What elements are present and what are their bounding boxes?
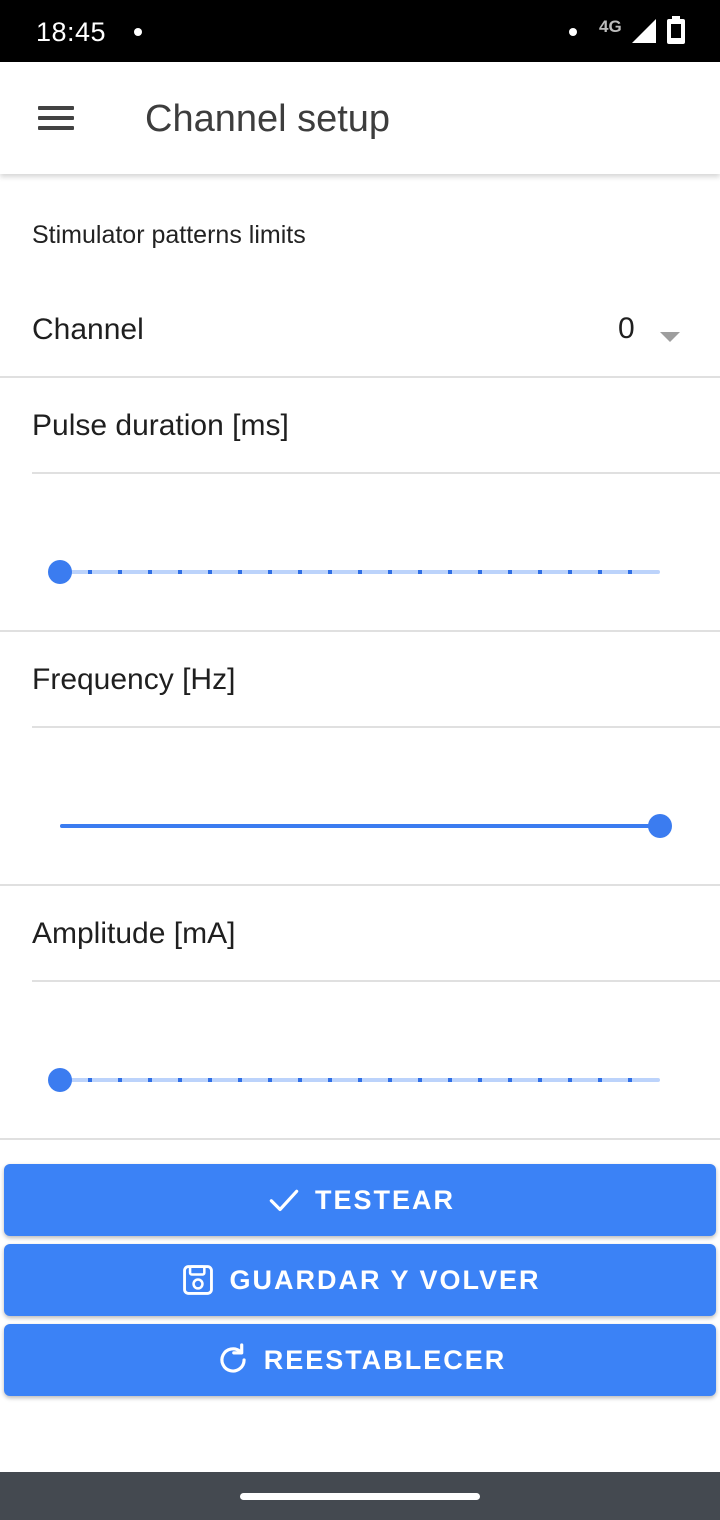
slider-tick	[238, 1078, 242, 1082]
slider-tick	[418, 1078, 422, 1082]
slider-tick	[538, 570, 542, 574]
slider-thumb[interactable]	[48, 1068, 72, 1092]
slider-thumb[interactable]	[48, 560, 72, 584]
slider-tick	[358, 1078, 362, 1082]
signal-icon	[632, 19, 656, 43]
save-button-label: GUARDAR Y VOLVER	[229, 1265, 541, 1295]
param-label: Frequency [Hz]	[32, 663, 236, 696]
test-button-label: TESTEAR	[314, 1185, 455, 1215]
channel-row: Channel 0	[0, 290, 720, 378]
slider-tick	[328, 1078, 332, 1082]
test-button[interactable]: TESTEAR	[4, 1164, 716, 1236]
home-gesture-handle[interactable]	[240, 1493, 480, 1500]
slider-tick	[328, 570, 332, 574]
status-time: 18:45	[36, 17, 107, 47]
section-title: Stimulator patterns limits	[32, 221, 306, 249]
hamburger-menu-icon[interactable]	[28, 98, 84, 138]
notification-dot-icon	[569, 28, 577, 36]
slider-tick	[298, 570, 302, 574]
slider-tick	[178, 570, 182, 574]
param-pulse-duration: Pulse duration [ms]	[0, 378, 720, 632]
dropdown-arrow-icon	[660, 332, 680, 342]
check-icon	[269, 1189, 299, 1212]
slider-tick	[88, 1078, 92, 1082]
network-type: 4G	[599, 17, 622, 36]
slider-tick	[478, 1078, 482, 1082]
slider-tick	[148, 570, 152, 574]
channel-value: 0	[618, 312, 635, 345]
channel-label: Channel	[32, 313, 144, 346]
frequency-slider[interactable]	[38, 804, 682, 848]
param-frequency: Frequency [Hz]	[0, 632, 720, 886]
page-title: Channel setup	[145, 98, 391, 140]
slider-tick	[508, 570, 512, 574]
slider-tick	[298, 1078, 302, 1082]
slider-tick	[568, 570, 572, 574]
slider-tick	[628, 570, 632, 574]
slider-tick	[118, 1078, 122, 1082]
slider-tick	[508, 1078, 512, 1082]
slider-tick	[358, 570, 362, 574]
slider-tick	[448, 1078, 452, 1082]
slider-tick	[268, 570, 272, 574]
notification-dot-icon	[134, 28, 142, 36]
save-icon	[183, 1265, 214, 1295]
reset-button-label: REESTABLECER	[263, 1345, 507, 1375]
slider-tick	[208, 570, 212, 574]
slider-tick	[88, 570, 92, 574]
refresh-icon	[220, 1343, 246, 1373]
slider-active-track	[60, 824, 660, 828]
slider-tick	[478, 570, 482, 574]
param-label: Pulse duration [ms]	[32, 409, 289, 442]
status-bar: 18:45 4G	[0, 0, 720, 62]
slider-tick	[208, 1078, 212, 1082]
channel-dropdown[interactable]: 0	[600, 302, 710, 356]
slider-tick	[388, 1078, 392, 1082]
reset-button[interactable]: REESTABLECER	[4, 1324, 716, 1396]
slider-tick	[268, 1078, 272, 1082]
slider-tick	[178, 1078, 182, 1082]
slider-tick	[118, 570, 122, 574]
slider-tick	[418, 570, 422, 574]
slider-tick	[448, 570, 452, 574]
divider	[32, 980, 720, 982]
divider	[32, 472, 720, 474]
divider	[32, 726, 720, 728]
save-and-return-button[interactable]: GUARDAR Y VOLVER	[4, 1244, 716, 1316]
slider-tick	[598, 1078, 602, 1082]
slider-tick	[148, 1078, 152, 1082]
slider-tick	[538, 1078, 542, 1082]
pulse-duration-slider[interactable]	[38, 550, 682, 594]
param-amplitude: Amplitude [mA]	[0, 886, 720, 1140]
slider-tick	[238, 570, 242, 574]
slider-tick	[568, 1078, 572, 1082]
slider-tick	[598, 570, 602, 574]
amplitude-slider[interactable]	[38, 1058, 682, 1102]
slider-tick	[628, 1078, 632, 1082]
slider-tick	[388, 570, 392, 574]
battery-icon	[667, 16, 685, 44]
app-bar: Channel setup	[0, 62, 720, 174]
slider-thumb[interactable]	[648, 814, 672, 838]
navigation-bar	[0, 1472, 720, 1520]
param-label: Amplitude [mA]	[32, 917, 236, 950]
